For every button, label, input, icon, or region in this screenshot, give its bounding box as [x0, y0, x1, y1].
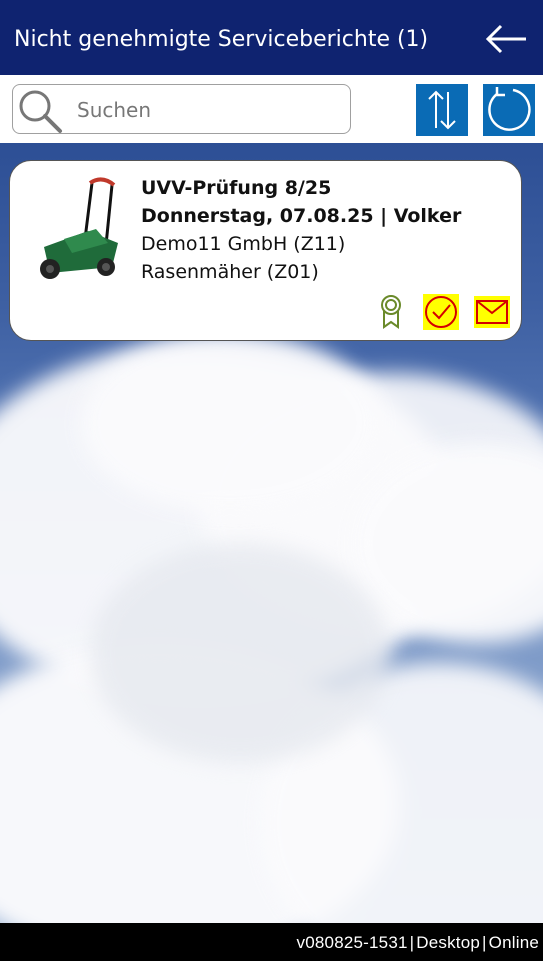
version-label: v080825-1531 — [296, 933, 408, 952]
connection-status: Online — [488, 933, 539, 952]
app-header: Nicht genehmigte Serviceberichte (1) — [0, 0, 543, 75]
sort-button[interactable] — [416, 84, 468, 136]
sort-arrows-icon — [428, 90, 456, 130]
toolbar — [0, 75, 543, 143]
approve-check-icon[interactable] — [423, 294, 459, 330]
report-title: UVV-Prüfung 8/25 — [141, 177, 332, 199]
lawn-mower-image — [40, 177, 118, 279]
report-customer: Demo11 GmbH (Z11) — [141, 233, 346, 255]
status-footer: v080825-1531 | Desktop | Online — [0, 923, 543, 961]
mode-label: Desktop — [416, 933, 481, 952]
report-card[interactable]: UVV-Prüfung 8/25 Donnerstag, 07.08.25 | … — [9, 160, 522, 341]
back-button[interactable] — [484, 22, 530, 56]
report-date-line: Donnerstag, 07.08.25 | Volker — [141, 205, 462, 227]
refresh-icon — [488, 87, 531, 131]
search-box[interactable] — [12, 84, 351, 134]
certificate-icon[interactable] — [378, 294, 404, 330]
arrow-left-icon — [485, 24, 526, 54]
refresh-button[interactable] — [483, 84, 535, 136]
report-device: Rasenmäher (Z01) — [141, 261, 319, 283]
search-icon — [19, 90, 62, 133]
search-input[interactable] — [75, 94, 339, 126]
mail-icon[interactable] — [474, 296, 510, 328]
page-title: Nicht genehmigte Serviceberichte (1) — [14, 27, 429, 52]
